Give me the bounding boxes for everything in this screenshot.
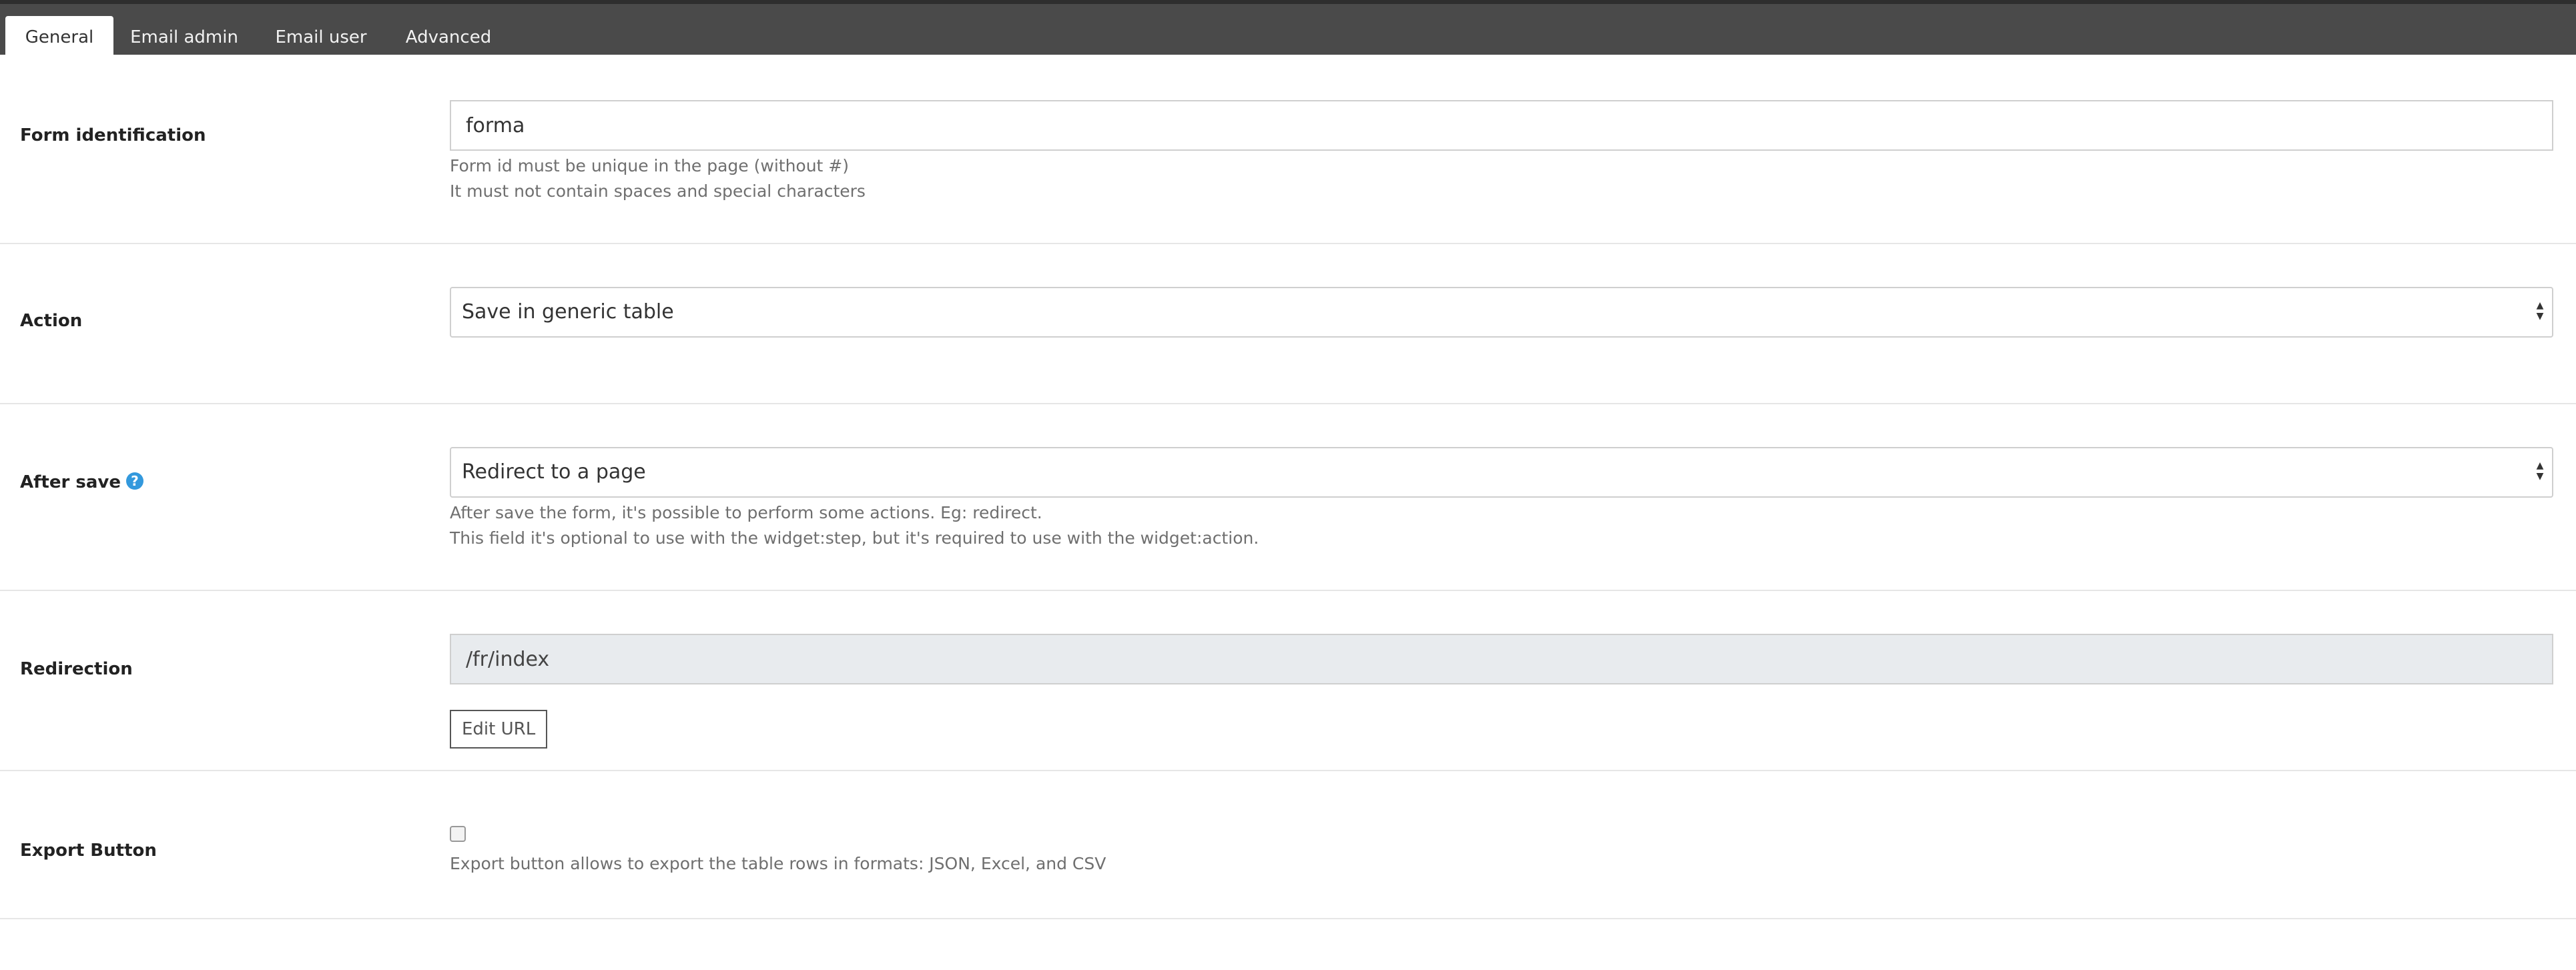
tab-advanced[interactable]: Advanced — [399, 16, 498, 59]
after-save-selected-value: Redirect to a page — [462, 460, 646, 484]
tab-email-user[interactable]: Email user — [271, 16, 371, 59]
after-save-help: After save the form, it's possible to pe… — [450, 500, 2553, 551]
redirection-url-input — [450, 634, 2553, 684]
after-save-row: After save? Redirect to a page ▲ ▼ After … — [0, 404, 2576, 591]
action-selected-value: Save in generic table — [462, 300, 674, 324]
form-identification-help-line-2: It must not contain spaces and special c… — [450, 181, 866, 201]
export-button-help: Export button allows to export the table… — [450, 854, 1106, 873]
tab-general[interactable]: General — [5, 16, 113, 59]
redirection-control: Edit URL — [450, 634, 2553, 749]
export-button-control: Export button allows to export the table… — [450, 826, 2553, 877]
form-identification-control: Form id must be unique in the page (with… — [450, 100, 2553, 204]
tab-email-admin[interactable]: Email admin — [127, 16, 242, 59]
after-save-help-line-1: After save the form, it's possible to pe… — [450, 503, 1042, 522]
after-save-select[interactable]: Redirect to a page ▲ ▼ — [450, 447, 2553, 498]
select-arrows-icon: ▲ ▼ — [2536, 300, 2544, 322]
form-identification-help-line-1: Form id must be unique in the page (with… — [450, 156, 850, 175]
form-identification-input[interactable] — [450, 100, 2553, 151]
after-save-help-line-2: This field it's optional to use with the… — [450, 528, 1259, 548]
export-button-label: Export Button — [20, 841, 157, 861]
edit-url-button[interactable]: Edit URL — [450, 710, 548, 749]
after-save-label: After save — [20, 472, 121, 492]
action-select[interactable]: Save in generic table ▲ ▼ — [450, 287, 2553, 338]
action-label: Action — [20, 311, 83, 331]
export-button-row: Export Button Export button allows to ex… — [0, 771, 2576, 919]
redirection-row: Redirection Edit URL — [0, 591, 2576, 771]
question-help-icon[interactable]: ? — [125, 472, 143, 490]
after-save-label-wrap: After save? — [20, 472, 143, 492]
tab-bar: General Email admin Email user Advanced — [0, 0, 2576, 59]
after-save-control: Redirect to a page ▲ ▼ After save the for… — [450, 447, 2553, 551]
form-identification-label: Form identification — [20, 125, 206, 145]
action-control: Save in generic table ▲ ▼ — [450, 287, 2553, 338]
form-identification-help: Form id must be unique in the page (with… — [450, 153, 2553, 204]
action-row: Action Save in generic table ▲ ▼ — [0, 244, 2576, 404]
redirection-label: Redirection — [20, 659, 133, 679]
select-arrows-icon: ▲ ▼ — [2536, 460, 2544, 482]
form-identification-row: Form identification Form id must be uniq… — [0, 55, 2576, 244]
export-button-checkbox[interactable] — [450, 826, 466, 842]
